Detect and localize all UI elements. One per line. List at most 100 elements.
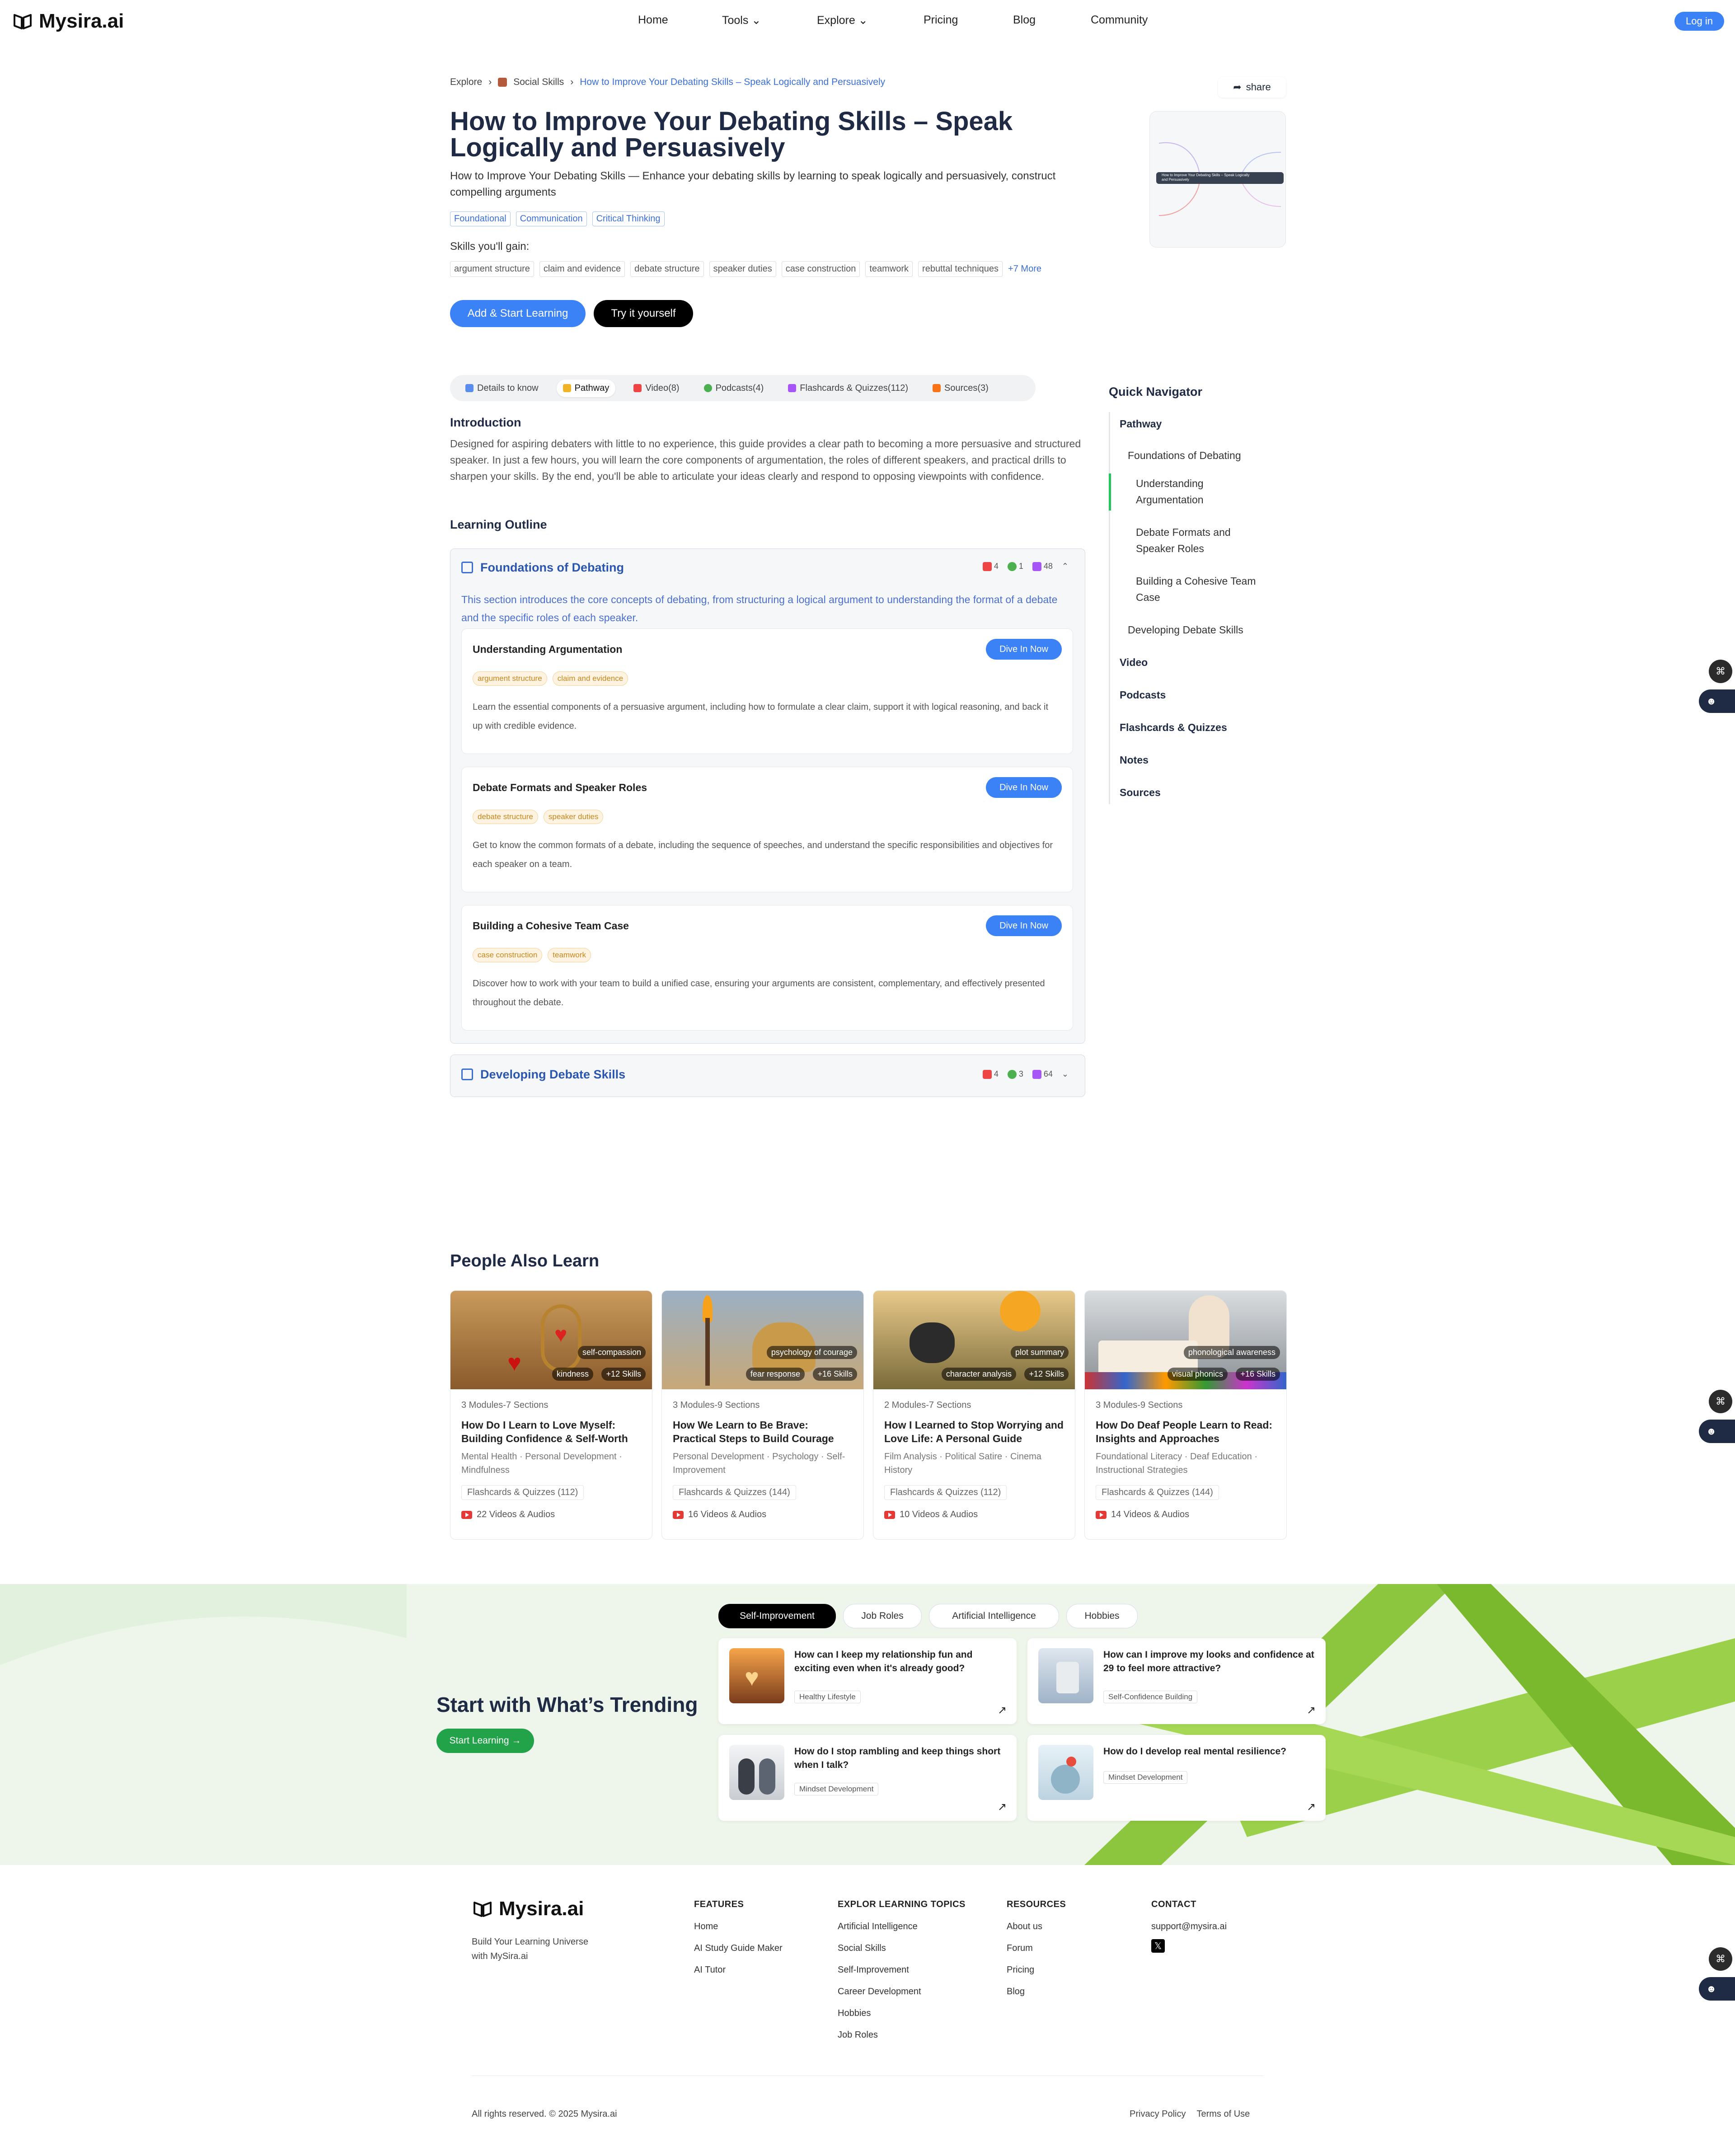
login-button[interactable]: Log in [1674, 12, 1724, 31]
mindmap-root-label: How to Improve Your Debating Skills – Sp… [1162, 173, 1250, 182]
footer-link[interactable]: Hobbies [838, 2002, 871, 2024]
section-title[interactable]: Developing Debate Skills [480, 1068, 625, 1082]
apps-icon[interactable]: ⌘ [1709, 1947, 1732, 1971]
course-title: How Do Deaf People Learn to Read: Insigh… [1096, 1419, 1273, 1444]
contact-email[interactable]: support@mysira.ai [1151, 1916, 1227, 1937]
footer-logo[interactable]: Mysira.ai [473, 1898, 584, 1920]
nav-item-video[interactable]: Video [1120, 654, 1148, 670]
nav-item-podcasts[interactable]: Podcasts [1120, 687, 1166, 703]
chip-self-improvement[interactable]: Self-Improvement [718, 1604, 836, 1628]
nav-explore[interactable]: Explore ⌄ [817, 14, 868, 27]
apps-icon[interactable]: ⌘ [1709, 1390, 1732, 1413]
apps-icon[interactable]: ⌘ [1709, 660, 1732, 683]
section-icon [461, 1069, 473, 1080]
footer-link[interactable]: Blog [1007, 1981, 1025, 2002]
tab-pathway[interactable]: Pathway [556, 379, 616, 397]
lesson-description: Discover how to work with your team to b… [473, 979, 1045, 1008]
introduction-heading: Introduction [450, 416, 521, 429]
outline-section-developing[interactable]: Developing Debate Skills 4 3 64 ⌄ [450, 1055, 1085, 1097]
footer-link[interactable]: Forum [1007, 1937, 1033, 1959]
nav-home[interactable]: Home [638, 14, 668, 27]
footer-link[interactable]: AI Study Guide Maker [694, 1937, 783, 1959]
trending-card[interactable]: How can I improve my looks and confidenc… [1027, 1638, 1326, 1724]
footer-link[interactable]: About us [1007, 1916, 1042, 1937]
chip-job-roles[interactable]: Job Roles [843, 1604, 922, 1628]
footer-link[interactable]: Pricing [1007, 1959, 1034, 1981]
chatbot-icon[interactable]: ☻ [1699, 689, 1735, 713]
site-logo[interactable]: Mysira.ai [13, 10, 124, 33]
trending-tag: Mindset Development [1103, 1771, 1188, 1784]
breadcrumb-explore[interactable]: Explore [450, 77, 482, 88]
nav-item-flashcards[interactable]: Flashcards & Quizzes [1120, 719, 1227, 736]
skills-more-link[interactable]: +7 More [1008, 264, 1041, 274]
course-card[interactable]: psychology of courage fear response +16 … [661, 1290, 864, 1540]
section-title[interactable]: Foundations of Debating [480, 561, 624, 575]
chevron-down-icon[interactable]: ⌄ [1062, 1069, 1069, 1079]
dive-in-button[interactable]: Dive In Now [986, 777, 1062, 798]
nav-blog[interactable]: Blog [1013, 14, 1036, 27]
arrow-up-right-icon[interactable]: ↗ [998, 1704, 1007, 1717]
trending-question: How do I develop real mental resilience? [1103, 1746, 1286, 1757]
terms-of-use-link[interactable]: Terms of Use [1196, 2109, 1250, 2119]
dive-in-button[interactable]: Dive In Now [986, 639, 1062, 660]
mindmap-thumbnail[interactable]: How to Improve Your Debating Skills – Sp… [1149, 111, 1286, 248]
tab-sources[interactable]: Sources(3) [926, 380, 995, 397]
tag-foundational[interactable]: Foundational [450, 211, 511, 226]
dive-in-button[interactable]: Dive In Now [986, 915, 1062, 936]
tag-critical-thinking[interactable]: Critical Thinking [592, 211, 665, 226]
tag-communication[interactable]: Communication [516, 211, 587, 226]
nav-item-sources[interactable]: Sources [1120, 784, 1161, 801]
tab-details[interactable]: Details to know [459, 380, 545, 397]
arrow-up-right-icon[interactable]: ↗ [1307, 1704, 1316, 1717]
trending-tag: Mindset Development [794, 1783, 879, 1795]
topic-tags: Foundational Communication Critical Thin… [450, 211, 665, 226]
arrow-up-right-icon[interactable]: ↗ [1307, 1800, 1316, 1814]
privacy-policy-link[interactable]: Privacy Policy [1130, 2109, 1186, 2119]
tab-video[interactable]: Video(8) [627, 380, 685, 397]
course-card[interactable]: plot summary character analysis +12 Skil… [873, 1290, 1075, 1540]
nav-tools-label: Tools [722, 14, 749, 27]
cards-count-value: 48 [1043, 562, 1053, 571]
tab-podcasts[interactable]: Podcasts(4) [698, 380, 770, 397]
chatbot-icon[interactable]: ☻ [1699, 1420, 1735, 1443]
nav-item-pathway[interactable]: Pathway [1120, 416, 1162, 432]
footer-link[interactable]: Self-Improvement [838, 1959, 909, 1981]
share-button[interactable]: ➦ share [1218, 77, 1286, 98]
tab-flashcards[interactable]: Flashcards & Quizzes(112) [782, 380, 914, 397]
x-twitter-icon[interactable]: 𝕏 [1151, 1939, 1165, 1953]
try-it-yourself-button[interactable]: Try it yourself [594, 300, 693, 327]
footer-link[interactable]: Career Development [838, 1981, 921, 2002]
course-categories: Foundational Literacy · Deaf Education ·… [1096, 1452, 1257, 1475]
footer-link[interactable]: Artificial Intelligence [838, 1916, 918, 1937]
nav-item-debate-formats[interactable]: Debate Formats and Speaker Roles [1136, 524, 1244, 557]
trending-card[interactable]: How do I stop rambling and keep things s… [718, 1735, 1017, 1821]
course-card[interactable]: ♥ ♥ self-compassion kindness +12 Skills … [450, 1290, 652, 1540]
course-title: How We Learn to Be Brave: Practical Step… [673, 1419, 834, 1444]
trending-card[interactable]: How do I develop real mental resilience?… [1027, 1735, 1326, 1821]
footer-link[interactable]: Home [694, 1916, 718, 1937]
footer-link[interactable]: Social Skills [838, 1937, 886, 1959]
add-start-learning-button[interactable]: Add & Start Learning [450, 300, 586, 327]
start-learning-button[interactable]: Start Learning → [436, 1729, 534, 1753]
chip-artificial-intelligence[interactable]: Artificial Intelligence [929, 1604, 1059, 1628]
footer-link[interactable]: Job Roles [838, 2024, 878, 2046]
youtube-icon [884, 1510, 895, 1519]
chip-hobbies[interactable]: Hobbies [1066, 1604, 1138, 1628]
lesson-title: Building a Cohesive Team Case [473, 920, 629, 932]
course-card[interactable]: phonological awareness visual phonics +1… [1084, 1290, 1287, 1540]
breadcrumb-social-skills[interactable]: Social Skills [513, 77, 564, 88]
trending-card[interactable]: ♥ How can I keep my relationship fun and… [718, 1638, 1017, 1724]
nav-tools[interactable]: Tools ⌄ [722, 14, 761, 27]
nav-item-foundations[interactable]: Foundations of Debating [1128, 447, 1241, 464]
nav-item-understanding[interactable]: Understanding Argumentation [1136, 475, 1244, 508]
chevron-up-icon[interactable]: ⌃ [1062, 562, 1069, 571]
arrow-up-right-icon[interactable]: ↗ [998, 1800, 1007, 1814]
footer-link[interactable]: AI Tutor [694, 1959, 726, 1981]
chatbot-icon[interactable]: ☻ [1699, 1977, 1735, 2001]
nav-item-notes[interactable]: Notes [1120, 752, 1149, 768]
nav-pricing[interactable]: Pricing [924, 14, 958, 27]
nav-item-team-case[interactable]: Building a Cohesive Team Case [1136, 573, 1271, 605]
nav-community[interactable]: Community [1091, 14, 1148, 27]
nav-item-developing[interactable]: Developing Debate Skills [1128, 622, 1243, 638]
lesson-tags: case construction teamwork [473, 948, 591, 962]
